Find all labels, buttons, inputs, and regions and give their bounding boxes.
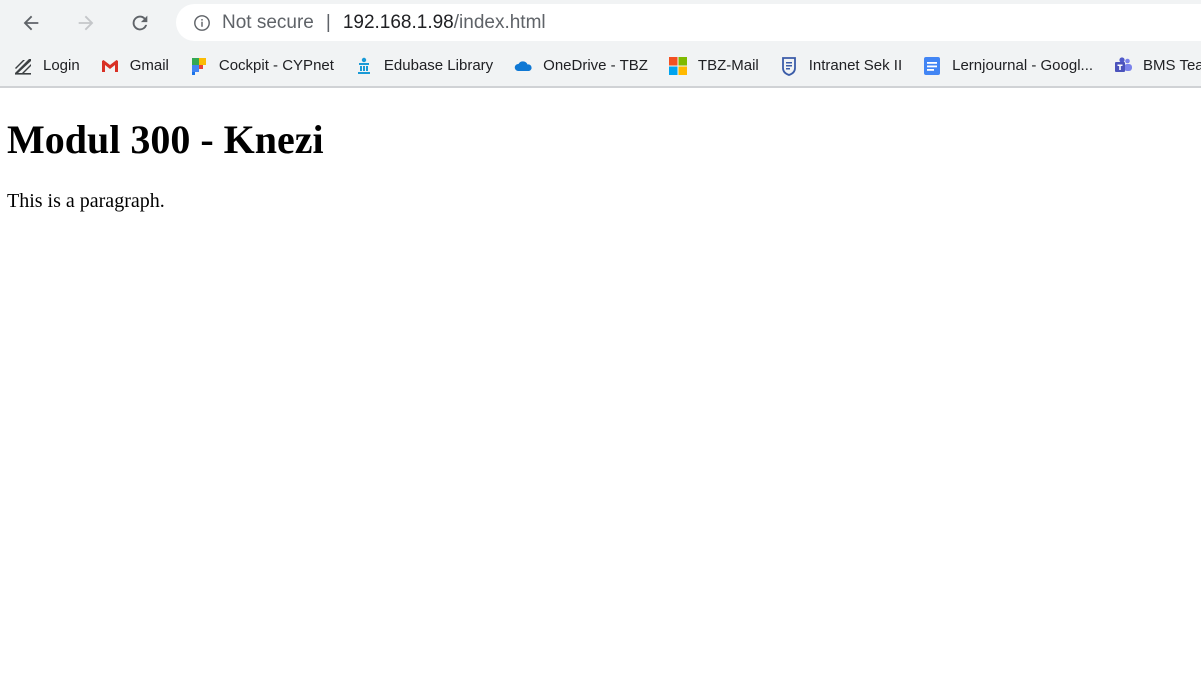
bookmarks-bar: Login Gmail Cockpit - CYPnet Edubase Lib…: [0, 45, 1201, 88]
page-heading: Modul 300 - Knezi: [7, 117, 324, 162]
intranet-icon: [779, 56, 799, 76]
url-path: /index.html: [453, 11, 546, 33]
address-bar[interactable]: Not secure | 192.168.1.98/index.html: [176, 4, 1201, 41]
info-icon[interactable]: [193, 14, 211, 32]
bookmark-label: TBZ-Mail: [697, 57, 759, 74]
bookmark-tbz-mail[interactable]: TBZ-Mail: [668, 56, 759, 76]
back-button[interactable]: [14, 6, 48, 40]
bookmark-gmail[interactable]: Gmail: [100, 56, 169, 76]
bookmark-bms-teams[interactable]: BMS Teams: [1113, 56, 1201, 76]
reload-icon: [132, 15, 148, 31]
bookmark-login[interactable]: Login: [13, 56, 80, 76]
bookmark-onedrive[interactable]: OneDrive - TBZ: [513, 56, 648, 76]
cockpit-icon: [189, 56, 209, 76]
url-host: 192.168.1.98: [342, 11, 454, 33]
forward-button[interactable]: [69, 6, 103, 40]
login-logo-icon: [13, 56, 33, 76]
bookmark-label: Edubase Library: [383, 57, 494, 74]
bookmark-cockpit[interactable]: Cockpit - CYPnet: [189, 56, 334, 76]
bookmark-label: Gmail: [129, 57, 169, 74]
security-label[interactable]: Not secure: [222, 12, 314, 34]
page-paragraph: This is a paragraph.: [7, 190, 165, 212]
edubase-icon: [354, 56, 374, 76]
microsoft-icon: [668, 56, 688, 76]
gmail-icon: [100, 56, 120, 76]
bookmark-intranet[interactable]: Intranet Sek II: [779, 56, 902, 76]
bookmark-lernjournal[interactable]: Lernjournal - Googl...: [922, 56, 1093, 76]
bookmark-label: BMS Teams: [1143, 57, 1201, 74]
bookmark-label: Lernjournal - Googl...: [952, 57, 1094, 74]
teams-icon: [1113, 56, 1133, 76]
bookmark-label: OneDrive - TBZ: [543, 57, 648, 74]
bookmark-label: Cockpit - CYPnet: [218, 57, 334, 74]
onedrive-icon: [513, 56, 533, 76]
reload-button[interactable]: [123, 6, 157, 40]
url-text[interactable]: 192.168.1.98/index.html: [343, 12, 546, 34]
bookmark-edubase[interactable]: Edubase Library: [354, 56, 493, 76]
arrow-right-icon: [78, 15, 94, 31]
page-content: Modul 300 - Knezi This is a paragraph.: [0, 117, 1201, 213]
address-separator: |: [325, 11, 331, 33]
bookmark-label: Intranet Sek II: [808, 57, 903, 74]
bookmark-label: Login: [43, 57, 80, 74]
google-docs-icon: [922, 56, 942, 76]
browser-toolbar: Not secure | 192.168.1.98/index.html: [0, 0, 1201, 45]
arrow-left-icon: [23, 15, 39, 31]
